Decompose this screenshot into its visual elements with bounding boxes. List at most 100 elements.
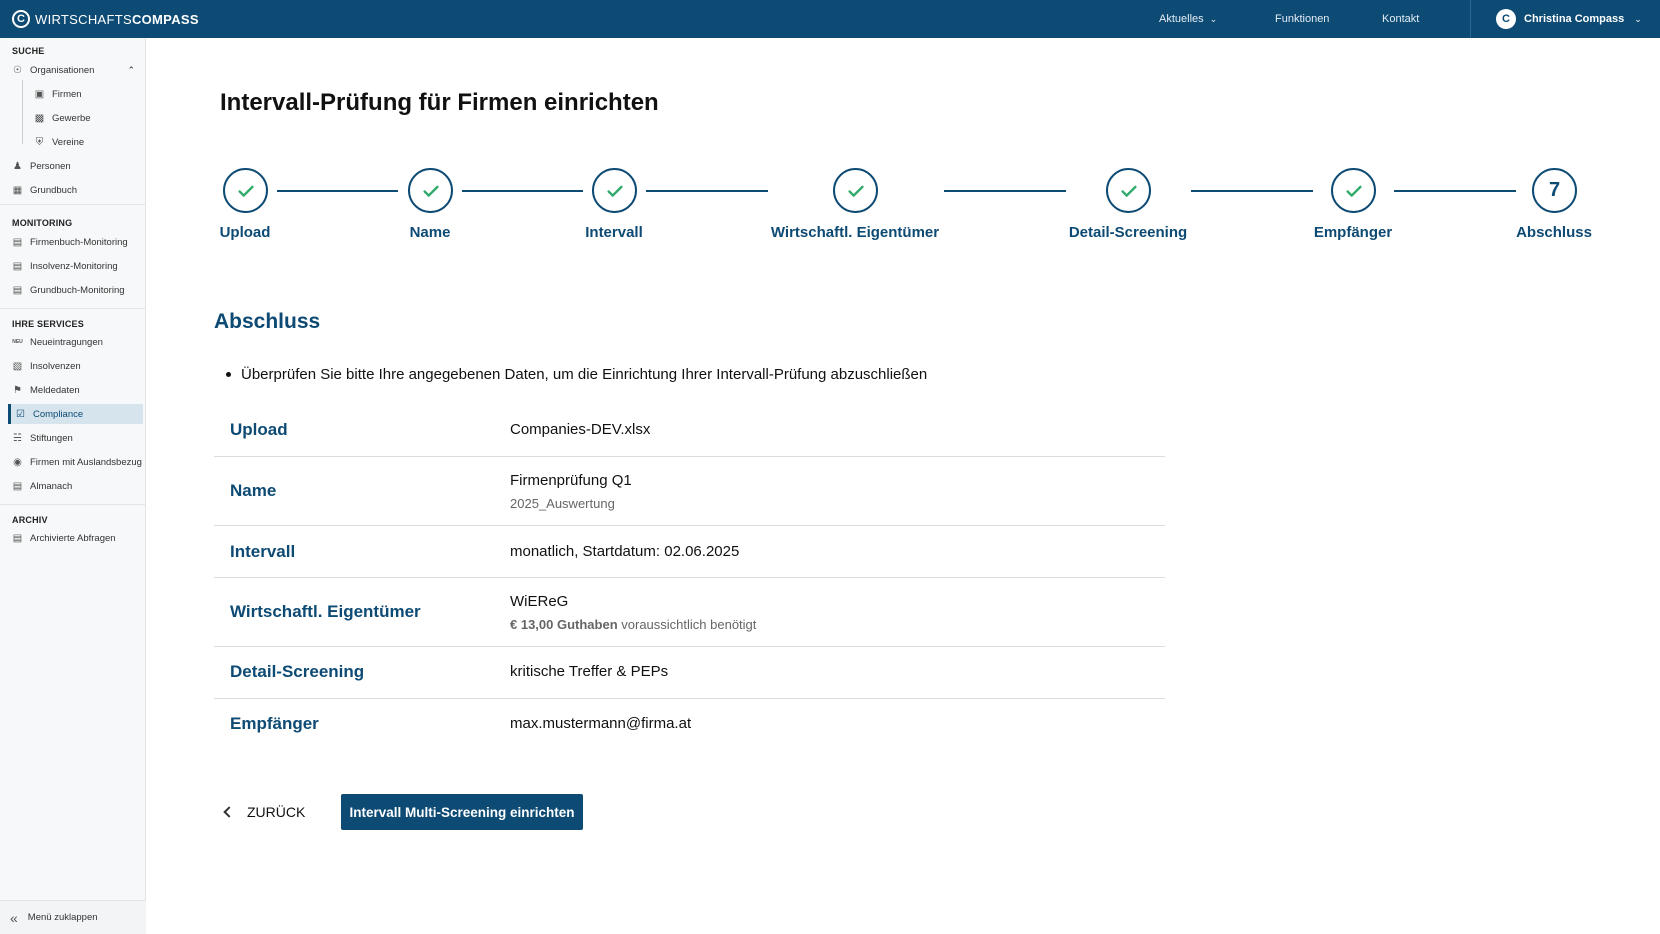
step-circle <box>592 168 637 213</box>
nav-kontakt-label: Kontakt <box>1382 13 1420 25</box>
summary-value: WiEReG <box>510 593 569 610</box>
step-label: Empfänger <box>1313 224 1393 241</box>
summary-row-name: Name Firmenprüfung Q1 2025_Auswertung <box>214 457 1165 526</box>
collapse-menu-label: Menü zuklappen <box>27 912 98 923</box>
stepper-connector <box>462 190 583 192</box>
chart-down-icon: ▧ <box>12 360 23 372</box>
stepper-connector <box>277 190 398 192</box>
monitor-chart-icon: ▤ <box>12 236 23 248</box>
sidebar-item-label: Personen <box>30 160 71 172</box>
chevron-down-icon: ⌄ <box>1209 13 1218 24</box>
new-badge-icon: NEU <box>12 339 23 345</box>
summary-row-upload: Upload Companies-DEV.xlsx <box>214 405 1165 457</box>
summary-key: Intervall <box>230 542 296 561</box>
sidebar-item-label: Firmen mit Auslandsbezug <box>30 456 142 468</box>
page-title: Intervall-Prüfung für Firmen einrichten <box>220 89 659 116</box>
sidebar-item-label: Organisationen <box>30 64 95 76</box>
sidebar-section-suche: SUCHE <box>12 46 45 56</box>
double-chevron-left-icon: « <box>10 909 18 926</box>
sidebar-item-organisationen[interactable]: ☉ Organisationen ⌃ <box>8 60 143 80</box>
book-icon: ▤ <box>12 480 23 492</box>
step-label: Abschluss <box>1516 224 1592 241</box>
sidebar-item-compliance[interactable]: ☑ Compliance <box>8 404 143 424</box>
stepper-connector <box>646 190 768 192</box>
sidebar-item-meldedaten[interactable]: ⚑ Meldedaten <box>8 380 143 400</box>
person-icon: ♟ <box>13 160 22 172</box>
check-icon <box>847 185 864 197</box>
nav-funktionen[interactable]: Funktionen <box>1275 0 1329 38</box>
sidebar-item-label: Stiftungen <box>30 432 73 444</box>
sidebar-item-label: Almanach <box>30 480 73 492</box>
sidebar-item-firmen[interactable]: ▣ Firmen <box>30 84 140 104</box>
sidebar-item-label: Firmen <box>52 88 82 100</box>
stepper-connector <box>1191 190 1313 192</box>
sidebar-item-grundbuch-monitoring[interactable]: ▤ Grundbuch-Monitoring <box>8 280 143 300</box>
sidebar-item-gewerbe[interactable]: ▩ Gewerbe <box>30 108 140 128</box>
building-icon: ▣ <box>34 88 45 100</box>
sidebar-item-vereine[interactable]: ⛨ Vereine <box>30 132 140 152</box>
step-circle <box>1106 168 1151 213</box>
back-button-label: ZURÜCK <box>247 804 306 820</box>
summary-table: Upload Companies-DEV.xlsx Name Firmenprü… <box>214 405 1165 751</box>
sidebar-item-insolvenz-monitoring[interactable]: ▤ Insolvenz-Monitoring <box>8 256 143 276</box>
sidebar-item-label: Compliance <box>33 408 84 420</box>
chevron-down-icon: ⌄ <box>1634 13 1642 24</box>
collapse-menu-button[interactable]: « Menü zuklappen <box>0 900 146 934</box>
brand-logo-icon: C <box>12 10 30 28</box>
stepper-connector <box>944 190 1066 192</box>
sidebar-divider <box>0 504 146 505</box>
sidebar-item-auslandsbezug[interactable]: ◉ Firmen mit Auslandsbezug <box>8 452 143 472</box>
sidebar-divider <box>0 308 146 309</box>
step-label: Wirtschaftl. Eigentümer <box>770 224 940 241</box>
summary-row-screening: Detail-Screening kritische Treffer & PEP… <box>214 647 1165 699</box>
nav-aktuelles[interactable]: Aktuelles ⌄ <box>1159 0 1217 38</box>
sidebar-item-firmenbuch-monitoring[interactable]: ▤ Firmenbuch-Monitoring <box>8 232 143 252</box>
sidebar-item-label: Insolvenz-Monitoring <box>30 260 118 272</box>
sidebar-item-almanach[interactable]: ▤ Almanach <box>8 476 143 496</box>
sidebar-item-insolvenzen[interactable]: ▧ Insolvenzen <box>8 356 143 376</box>
setup-interval-screening-button[interactable]: Intervall Multi-Screening einrichten <box>341 794 583 830</box>
brand-name-light: WIRTSCHAFTS <box>35 11 132 27</box>
shield-icon: ⛨ <box>35 136 44 148</box>
summary-key: Name <box>230 481 277 500</box>
step-label: Name <box>409 224 451 241</box>
sidebar-divider <box>0 204 146 205</box>
sidebar-item-label: Grundbuch-Monitoring <box>30 284 125 296</box>
check-icon <box>237 185 254 197</box>
summary-value: Companies-DEV.xlsx <box>510 421 651 438</box>
summary-value: max.mustermann@firma.at <box>510 715 692 732</box>
sidebar-section-monitoring: MONITORING <box>12 218 73 228</box>
credit-note: voraussichtlich benötigt <box>617 617 757 632</box>
back-button[interactable]: ZURÜCK <box>223 798 306 826</box>
monitor-chart-icon: ▤ <box>12 284 23 296</box>
step-number: 7 <box>1548 179 1561 201</box>
stepper-connector <box>1394 190 1516 192</box>
check-icon <box>422 185 439 197</box>
chevron-left-icon <box>223 806 235 818</box>
summary-row-empfaenger: Empfänger max.mustermann@firma.at <box>214 699 1165 751</box>
step-circle <box>1331 168 1376 213</box>
step-circle <box>223 168 268 213</box>
brand-logo[interactable]: C WIRTSCHAFTSCOMPASS <box>12 9 199 29</box>
summary-key: Empfänger <box>230 714 319 733</box>
summary-intro: Überprüfen Sie bitte Ihre angegebenen Da… <box>226 366 927 383</box>
sidebar-item-grundbuch[interactable]: ▦ Grundbuch <box>8 180 143 200</box>
step-label: Upload <box>219 224 271 241</box>
user-menu[interactable]: C Christina Compass ⌄ <box>1470 0 1660 38</box>
flag-icon: ⚑ <box>13 384 22 396</box>
check-icon <box>606 185 623 197</box>
step-circle <box>408 168 453 213</box>
summary-subvalue: 2025_Auswertung <box>510 496 615 511</box>
sidebar-item-archivierte-abfragen[interactable]: ▤ Archivierte Abfragen <box>8 528 143 548</box>
globe-icon: ◉ <box>13 456 22 468</box>
sidebar-item-stiftungen[interactable]: ☵ Stiftungen <box>8 428 143 448</box>
step-circle <box>833 168 878 213</box>
sidebar-item-personen[interactable]: ♟ Personen <box>8 156 143 176</box>
sidebar-item-label: Gewerbe <box>52 112 91 124</box>
sidebar-item-neueintragungen[interactable]: NEU Neueintragungen <box>8 332 143 352</box>
archive-icon: ▤ <box>12 532 23 544</box>
summary-subvalue: € 13,00 Guthaben voraussichtlich benötig… <box>510 617 756 632</box>
summary-key: Detail-Screening <box>230 662 365 681</box>
nav-kontakt[interactable]: Kontakt <box>1382 0 1419 38</box>
sidebar-item-label: Vereine <box>52 136 85 148</box>
